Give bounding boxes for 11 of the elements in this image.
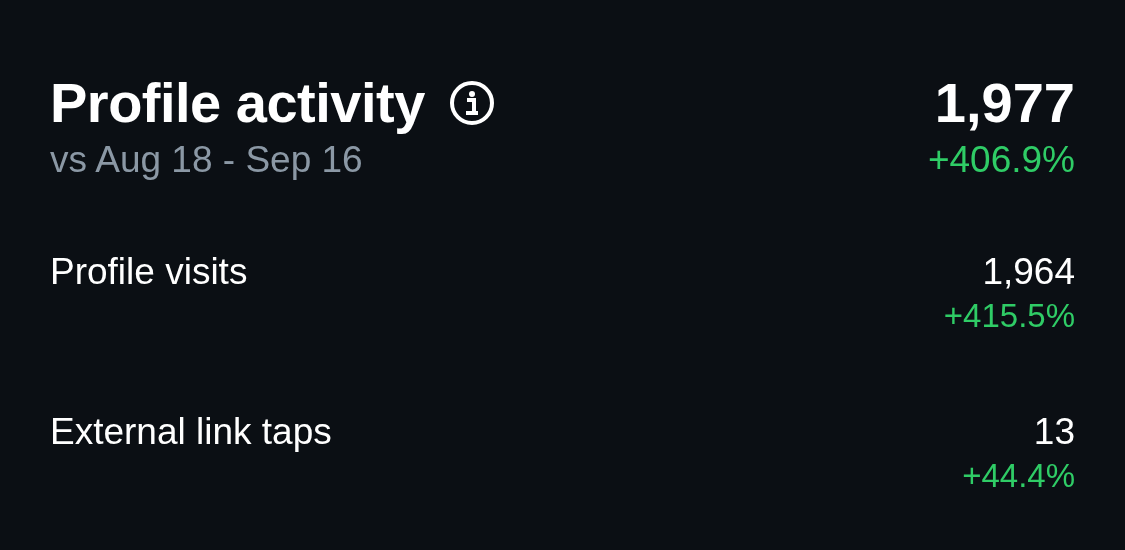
metric-label: Profile visits (50, 250, 248, 294)
total-change: +406.9% (927, 138, 1075, 182)
date-range: vs Aug 18 - Sep 16 (50, 138, 364, 182)
metric-label: External link taps (50, 410, 332, 454)
info-icon[interactable] (448, 80, 495, 126)
card-title: Profile activity (50, 70, 425, 136)
metric-change: +44.4% (962, 456, 1075, 496)
total-value: 1,977 (934, 70, 1075, 136)
metric-value: 13 (1033, 410, 1075, 454)
metric-change: +415.5% (943, 296, 1075, 336)
metric-value: 1,964 (982, 250, 1075, 294)
